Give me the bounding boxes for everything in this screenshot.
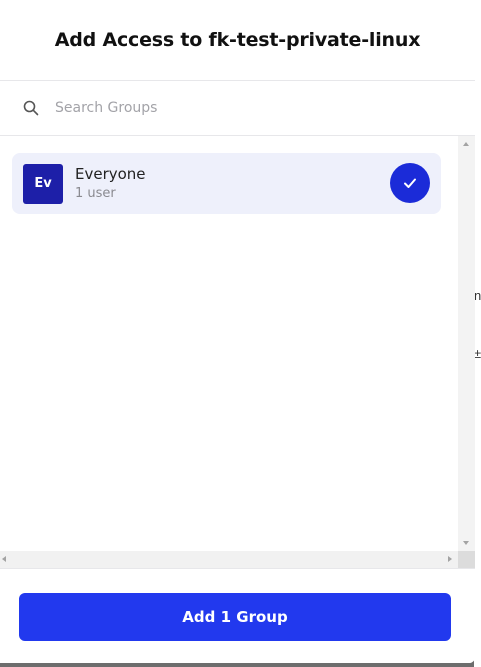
search-input[interactable]: [55, 100, 435, 116]
background-page: [474, 0, 481, 667]
background-glyph: n: [474, 288, 481, 303]
search-icon: [22, 99, 40, 117]
group-list[interactable]: Ev Everyone 1 user: [0, 136, 475, 568]
scroll-up-arrow-icon[interactable]: [463, 142, 469, 146]
selected-check-toggle[interactable]: [390, 163, 430, 203]
check-icon: [404, 178, 416, 188]
vertical-scrollbar[interactable]: [458, 136, 475, 551]
group-name: Everyone: [75, 164, 146, 183]
group-avatar: Ev: [23, 163, 63, 204]
horizontal-scrollbar[interactable]: [0, 551, 458, 568]
modal-footer: Add 1 Group: [0, 568, 475, 663]
scroll-right-arrow-icon[interactable]: [448, 556, 452, 562]
group-text: Everyone 1 user: [75, 164, 146, 204]
screen: n ± Add Access to fk-test-private-linux …: [0, 0, 481, 667]
scrollbar-corner: [458, 551, 475, 568]
add-group-button[interactable]: Add 1 Group: [19, 593, 451, 641]
scroll-down-arrow-icon[interactable]: [463, 541, 469, 545]
add-access-modal: Add Access to fk-test-private-linux Ev E…: [0, 0, 475, 663]
search-bar: [0, 81, 475, 136]
scroll-left-arrow-icon[interactable]: [2, 556, 6, 562]
group-member-count: 1 user: [75, 185, 116, 201]
group-item-everyone[interactable]: Ev Everyone 1 user: [12, 153, 441, 214]
modal-title: Add Access to fk-test-private-linux: [54, 29, 421, 51]
background-glyph: ±: [474, 346, 481, 361]
modal-header: Add Access to fk-test-private-linux: [0, 0, 475, 81]
